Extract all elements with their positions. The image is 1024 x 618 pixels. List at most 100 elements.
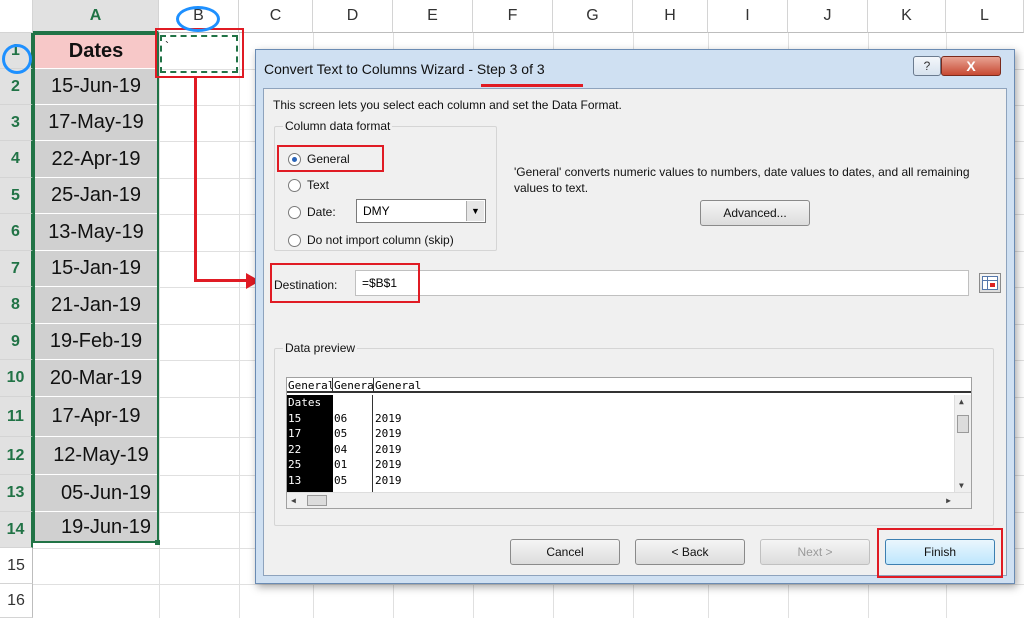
date-cell[interactable]: 05-Jun-19 <box>34 475 158 512</box>
date-cell[interactable]: 19-Feb-19 <box>34 324 158 360</box>
row-header-13[interactable]: 13 <box>0 475 33 512</box>
preview-cell: 2019 <box>375 473 402 487</box>
back-button[interactable]: < Back <box>635 539 745 565</box>
preview-col-header[interactable]: General <box>374 378 954 393</box>
column-header-f[interactable]: F <box>473 0 553 33</box>
destination-input[interactable]: =$B$1 <box>355 270 969 296</box>
preview-cell: 04 <box>334 442 348 456</box>
date-cell[interactable]: 12-May-19 <box>34 437 158 475</box>
preview-cell <box>333 395 372 411</box>
cancel-button[interactable]: Cancel <box>510 539 620 565</box>
column-header-k[interactable]: K <box>868 0 946 33</box>
radio-skip-indicator[interactable] <box>288 233 301 247</box>
dialog-title-step: Step 3 of 3 <box>476 61 545 77</box>
row-header-6[interactable]: 6 <box>0 214 33 251</box>
preview-cell: 15 <box>288 411 302 425</box>
preview-cell: 22 <box>288 442 302 456</box>
column-header-g[interactable]: G <box>553 0 633 33</box>
close-button[interactable]: X <box>941 56 1001 76</box>
advanced-button[interactable]: Advanced... <box>700 200 810 226</box>
date-cell[interactable]: 22-Apr-19 <box>34 141 158 178</box>
preview-cell: 2019 <box>375 411 402 425</box>
preview-cell: 2019 <box>375 442 402 456</box>
row-header-3[interactable]: 3 <box>0 105 33 141</box>
column-header-j[interactable]: J <box>788 0 868 33</box>
row-header-9[interactable]: 9 <box>0 324 33 360</box>
row-header-12[interactable]: 12 <box>0 437 33 475</box>
date-cell[interactable]: 25-Jan-19 <box>34 178 158 214</box>
radio-text-indicator[interactable] <box>288 178 301 192</box>
row-header-4[interactable]: 4 <box>0 141 33 178</box>
horizontal-scroll-thumb[interactable] <box>307 495 327 506</box>
preview-vertical-scrollbar[interactable]: ▲ ▼ <box>954 395 971 492</box>
column-b-circle-annotation <box>176 6 220 32</box>
column-header-d[interactable]: D <box>313 0 393 33</box>
date-format-select[interactable]: DMY ▼ <box>356 199 486 223</box>
column-header-c[interactable]: C <box>239 0 313 33</box>
row-header-7[interactable]: 7 <box>0 251 33 287</box>
scroll-right-icon[interactable]: ▶ <box>946 496 951 505</box>
scroll-down-icon[interactable]: ▼ <box>959 481 964 490</box>
row-header-5[interactable]: 5 <box>0 178 33 214</box>
radio-text[interactable]: Text <box>288 178 329 192</box>
cell-b1-highlight <box>155 28 244 78</box>
row-header-15[interactable]: 15 <box>0 548 33 584</box>
cell-a1-header[interactable]: Dates <box>34 34 158 69</box>
date-cell[interactable]: 19-Jun-19 <box>34 512 158 544</box>
preview-col-header[interactable]: General <box>287 378 333 393</box>
vertical-scroll-thumb[interactable] <box>957 415 969 433</box>
row-header-10[interactable]: 10 <box>0 360 33 397</box>
data-preview-grid[interactable]: General General General Dates 15 17 22 2… <box>286 377 972 509</box>
row-header-11[interactable]: 11 <box>0 397 33 437</box>
column-data-format-label: Column data format <box>283 119 393 133</box>
dialog-description: This screen lets you select each column … <box>273 98 622 112</box>
row-header-8[interactable]: 8 <box>0 287 33 324</box>
preview-column-2[interactable]: 06 05 04 01 05 <box>333 395 373 492</box>
dialog-title-bar[interactable]: Convert Text to Columns Wizard - Step 3 … <box>256 50 1014 88</box>
preview-cell <box>374 395 954 411</box>
preview-cell: 05 <box>334 427 348 440</box>
general-highlight-annotation <box>277 145 384 172</box>
preview-horizontal-scrollbar[interactable]: ◀ ▶ <box>287 492 971 508</box>
data-preview-label: Data preview <box>283 341 358 355</box>
format-explanation: 'General' converts numeric values to num… <box>514 165 970 195</box>
select-all-corner[interactable] <box>0 0 33 33</box>
preview-col-header[interactable]: General <box>333 378 374 393</box>
radio-skip[interactable]: Do not import column (skip) <box>288 233 454 247</box>
column-header-h[interactable]: H <box>633 0 708 33</box>
column-header-l[interactable]: L <box>946 0 1024 33</box>
collapse-dialog-button[interactable] <box>979 273 1001 293</box>
scroll-up-icon[interactable]: ▲ <box>959 397 964 406</box>
dropdown-arrow-icon[interactable]: ▼ <box>466 201 484 221</box>
radio-date[interactable]: Date: <box>288 205 336 219</box>
arrow-segment-horizontal <box>194 279 250 282</box>
row-header-16[interactable]: 16 <box>0 584 33 618</box>
date-cell[interactable]: 13-May-19 <box>34 214 158 251</box>
date-format-value: DMY <box>363 204 390 218</box>
row-header-14[interactable]: 14 <box>0 512 33 548</box>
next-button[interactable]: Next > <box>760 539 870 565</box>
preview-column-3[interactable]: 2019 2019 2019 2019 2019 <box>374 395 954 492</box>
preview-cell: Dates <box>288 396 322 409</box>
row-header-2[interactable]: 2 <box>0 69 33 105</box>
column-header-a[interactable]: A <box>33 0 159 33</box>
fill-handle[interactable] <box>155 540 160 545</box>
scroll-left-icon[interactable]: ◀ <box>291 496 296 505</box>
date-cell[interactable]: 17-May-19 <box>34 105 158 141</box>
radio-date-indicator[interactable] <box>288 205 301 219</box>
column-header-i[interactable]: I <box>708 0 788 33</box>
date-cell[interactable]: 20-Mar-19 <box>34 360 158 397</box>
date-cell[interactable]: 15-Jun-19 <box>34 69 158 105</box>
date-cell[interactable]: 15-Jan-19 <box>34 251 158 287</box>
preview-cell: 17 <box>288 427 302 440</box>
text-to-columns-dialog: Convert Text to Columns Wizard - Step 3 … <box>255 49 1015 584</box>
date-cell[interactable]: 21-Jan-19 <box>34 287 158 324</box>
dialog-title: Convert Text to Columns Wizard - <box>264 61 477 77</box>
preview-cell: 13 <box>288 473 302 487</box>
column-header-e[interactable]: E <box>393 0 473 33</box>
preview-column-1[interactable]: Dates 15 17 22 25 13 <box>287 395 333 492</box>
preview-cell: 06 <box>334 411 348 425</box>
date-cell[interactable]: 17-Apr-19 <box>34 397 158 437</box>
help-button[interactable]: ? <box>913 56 941 76</box>
preview-cell: 2019 <box>375 458 402 471</box>
